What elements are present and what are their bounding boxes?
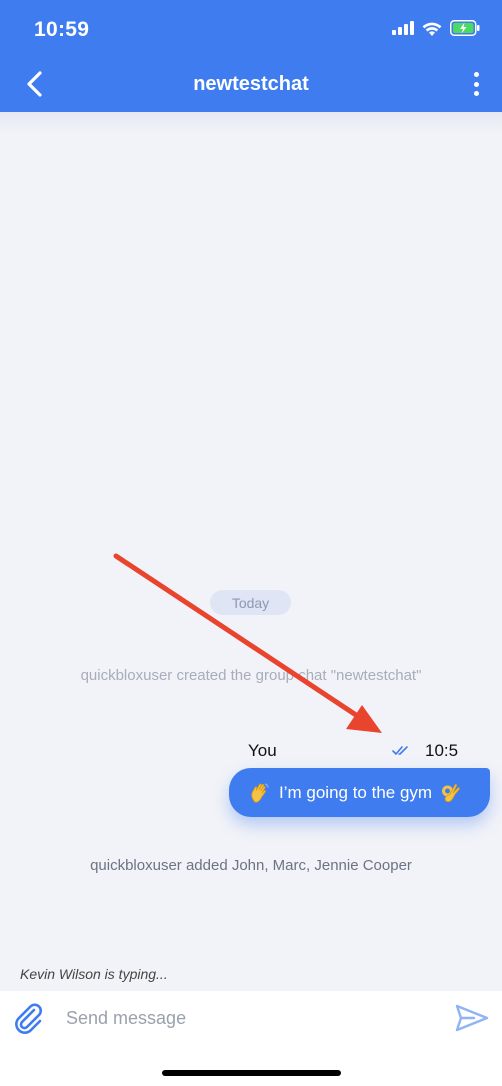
attach-button[interactable] [12, 1001, 46, 1035]
message-text: I’m going to the gym [279, 782, 433, 802]
double-check-icon [392, 746, 408, 755]
outgoing-message-bubble[interactable]: I’m going to the gym [229, 768, 490, 817]
ok-hand-emoji [440, 782, 462, 804]
home-indicator [162, 1070, 341, 1076]
status-time: 10:59 [34, 18, 90, 41]
more-options-button[interactable] [466, 70, 486, 98]
header-shadow [0, 112, 502, 134]
wifi-icon [422, 22, 442, 36]
system-message-created: quickbloxuser created the group chat "ne… [80, 667, 422, 684]
send-icon [455, 1004, 489, 1032]
annotation-arrow [113, 553, 382, 733]
more-vertical-icon [473, 72, 479, 77]
message-composer [0, 991, 502, 1086]
date-separator: Today [210, 590, 291, 615]
chat-title: newtestchat [193, 73, 309, 95]
typing-indicator: Kevin Wilson is typing... [20, 966, 168, 982]
send-button[interactable] [454, 1003, 490, 1033]
waving-hand-emoji [249, 782, 271, 804]
status-icons [392, 20, 480, 36]
message-time: 10:5 [425, 741, 459, 760]
signal-icon [392, 21, 414, 35]
app-header: 10:59 newtestchat [0, 0, 502, 112]
message-sender: You [248, 741, 277, 760]
paperclip-icon [15, 1003, 42, 1034]
message-input[interactable] [66, 1005, 436, 1031]
system-message-added: quickbloxuser added John, Marc, Jennie C… [90, 857, 412, 874]
battery-charging-icon [450, 20, 480, 36]
